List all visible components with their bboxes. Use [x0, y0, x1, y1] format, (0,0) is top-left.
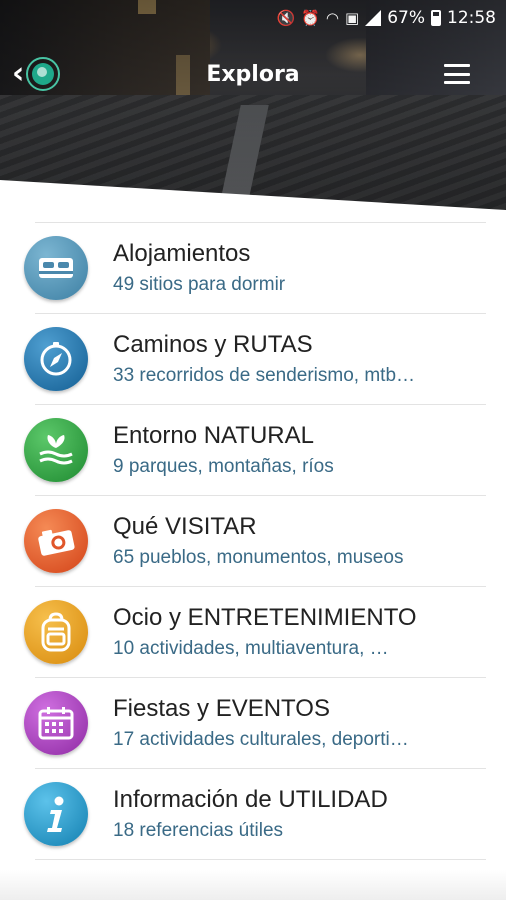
- item-title: Caminos y RUTAS: [113, 331, 313, 358]
- item-title: Información de UTILIDAD: [113, 786, 388, 813]
- nfc-icon: ▣: [345, 9, 360, 27]
- camera-icon: [24, 509, 88, 573]
- item-subtitle: 9 parques, montañas, ríos: [113, 456, 334, 477]
- list-item-caminos-rutas[interactable]: Caminos y RUTAS 33 recorridos de senderi…: [0, 314, 506, 405]
- signal-icon: [365, 10, 382, 26]
- list-item-entorno-natural[interactable]: Entorno NATURAL 9 parques, montañas, río…: [0, 405, 506, 496]
- backpack-icon: [24, 600, 88, 664]
- list-divider: [35, 859, 486, 860]
- mute-icon: 🔇: [276, 9, 296, 27]
- info-icon: [24, 782, 88, 846]
- leaf-water-icon: [24, 418, 88, 482]
- bottom-shadow: [0, 870, 506, 900]
- clock: 12:58: [447, 8, 496, 28]
- compass-icon: [24, 327, 88, 391]
- item-subtitle: 49 sitios para dormir: [113, 274, 286, 295]
- item-subtitle: 33 recorridos de senderismo, mtb…: [113, 365, 416, 386]
- item-title: Alojamientos: [113, 240, 251, 267]
- battery-icon: [431, 10, 441, 26]
- item-subtitle: 65 pueblos, monumentos, museos: [113, 547, 404, 568]
- item-title: Fiestas y EVENTOS: [113, 695, 330, 722]
- item-title: Entorno NATURAL: [113, 422, 314, 449]
- category-list: Alojamientos 49 sitios para dormir Camin…: [0, 222, 506, 860]
- wifi-icon: ◠: [325, 9, 340, 27]
- list-item-fiestas-eventos[interactable]: Fiestas y EVENTOS 17 actividades cultura…: [0, 678, 506, 769]
- item-subtitle: 10 actividades, multiaventura, …: [113, 638, 389, 659]
- page-title: Explora: [206, 62, 300, 87]
- item-title: Ocio y ENTRETENIMIENTO: [113, 604, 417, 631]
- item-subtitle: 17 actividades culturales, deporti…: [113, 729, 409, 750]
- battery-percent: 67%: [387, 8, 425, 28]
- list-item-informacion-utilidad[interactable]: Información de UTILIDAD 18 referencias ú…: [0, 769, 506, 860]
- alarm-icon: ⏰: [301, 9, 320, 27]
- status-bar: 🔇 ⏰ ◠ ▣ 67% 12:58: [0, 0, 506, 36]
- bed-icon: [24, 236, 88, 300]
- list-item-que-visitar[interactable]: Qué VISITAR 65 pueblos, monumentos, muse…: [0, 496, 506, 587]
- item-subtitle: 18 referencias útiles: [113, 820, 284, 841]
- hamburger-menu-icon[interactable]: [444, 64, 470, 84]
- list-item-alojamientos[interactable]: Alojamientos 49 sitios para dormir: [0, 223, 506, 314]
- app-bar: ‹ Explora: [0, 48, 506, 100]
- item-title: Qué VISITAR: [113, 513, 257, 540]
- list-item-ocio-entretenimiento[interactable]: Ocio y ENTRETENIMIENTO 10 actividades, m…: [0, 587, 506, 678]
- calendar-icon: [24, 691, 88, 755]
